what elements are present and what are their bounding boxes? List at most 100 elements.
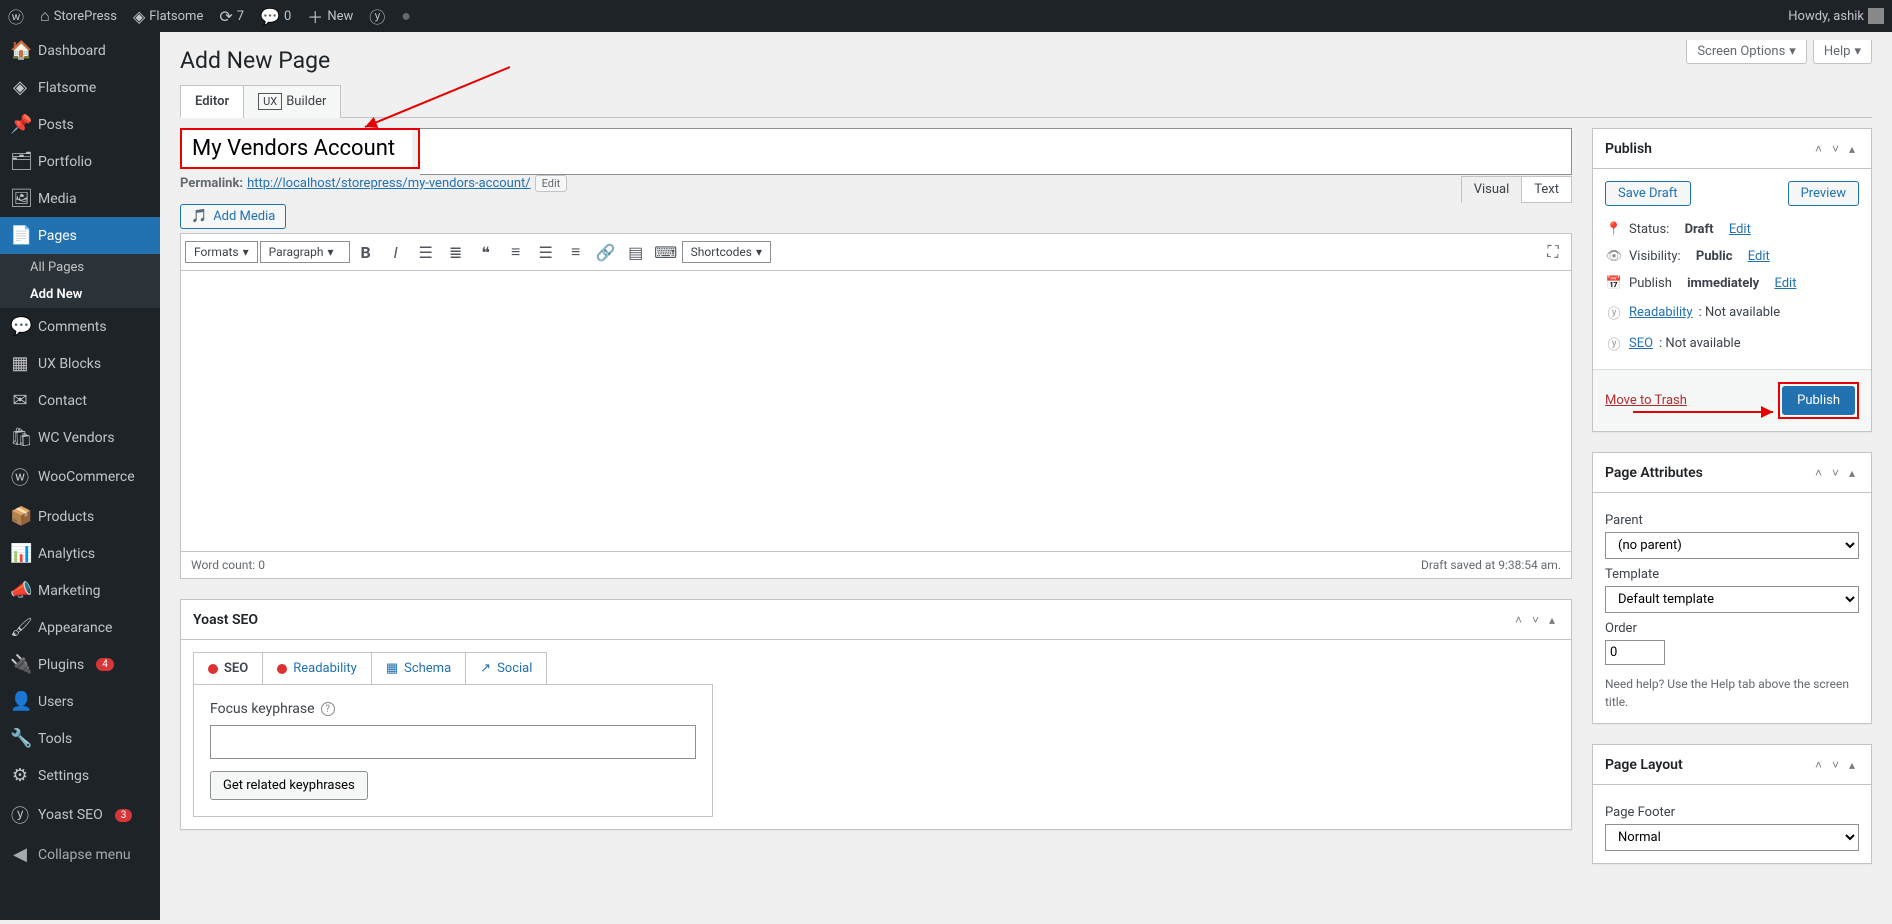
new-link[interactable]: ＋New [307,4,353,28]
page-footer-select[interactable]: Normal [1605,824,1859,851]
yoast-tab-seo[interactable]: SEO [194,653,263,684]
box-toggle-icon[interactable]: ▴ [1845,756,1859,774]
edit-visibility-link[interactable]: Edit [1748,249,1770,264]
box-down-icon[interactable]: ˅ [1528,611,1543,629]
menu-analytics[interactable]: 📊Analytics [0,535,160,572]
box-up-icon[interactable]: ˄ [1811,464,1826,482]
parent-select[interactable]: (no parent) [1605,532,1859,559]
menu-marketing[interactable]: 📣Marketing [0,572,160,609]
box-up-icon[interactable]: ˄ [1511,611,1526,629]
italic-button[interactable]: I [382,238,410,266]
box-toggle-icon[interactable]: ▴ [1845,464,1859,482]
help-button[interactable]: Help ▾ [1813,40,1872,64]
page-title-input[interactable] [182,130,412,167]
template-select[interactable]: Default template [1605,586,1859,613]
wp-logo[interactable]: ⓦ [8,4,24,28]
add-media-button[interactable]: 🎵Add Media [180,204,286,229]
menu-pages-all[interactable]: All Pages [0,254,160,281]
box-up-icon[interactable]: ˄ [1811,756,1826,774]
seo-link[interactable]: SEO [1629,336,1653,351]
preview-button[interactable]: Preview [1788,181,1859,206]
bullet-list-button[interactable]: ☰ [412,238,440,266]
menu-tools[interactable]: 🔧Tools [0,720,160,757]
yoast-tab-social[interactable]: ↗Social [466,653,546,684]
yoast-bar[interactable]: ⓨ [369,4,385,28]
tab-editor[interactable]: Editor [180,85,244,118]
tab-ux-builder[interactable]: UXBuilder [243,85,341,118]
menu-pages[interactable]: 📄Pages [0,217,160,254]
menu-uxblocks[interactable]: ▦UX Blocks [0,345,160,382]
page-title-input-rest[interactable] [420,128,1572,175]
menu-wcvendors[interactable]: 🛍WC Vendors [0,419,160,456]
numbered-list-button[interactable]: ≣ [442,238,470,266]
menu-comments[interactable]: 💬Comments [0,308,160,345]
share-icon: ↗ [480,661,491,676]
updates-link[interactable]: ⟳7 [219,7,244,26]
menu-products[interactable]: 📦Products [0,498,160,535]
seo-dot-icon [208,664,218,674]
menu-dashboard[interactable]: 🏠Dashboard [0,32,160,69]
save-draft-button[interactable]: Save Draft [1605,181,1691,206]
order-label: Order [1605,621,1859,636]
order-input[interactable] [1605,640,1665,665]
toolbar-paragraph[interactable]: Paragraph ▾ [260,241,350,263]
fullscreen-button[interactable]: ⛶ [1539,238,1567,266]
screen-options-button[interactable]: Screen Options ▾ [1686,40,1807,64]
yoast-box-title: Yoast SEO [193,612,258,628]
menu-yoast[interactable]: ⓨYoast SEO3 [0,794,160,836]
menu-media[interactable]: 🖼Media [0,180,160,217]
pin-icon: 📍 [1605,222,1623,237]
toolbar-toggle-button[interactable]: ⌨ [652,238,680,266]
permalink-url[interactable]: http://localhost/storepress/my-vendors-a… [247,176,531,191]
link-button[interactable]: 🔗 [592,238,620,266]
menu-contact[interactable]: ✉Contact [0,382,160,419]
menu-settings[interactable]: ⚙Settings [0,757,160,794]
comments-link[interactable]: 💬0 [260,7,291,26]
editor-visual-tab[interactable]: Visual [1461,176,1523,203]
permalink-edit-button[interactable]: Edit [535,175,568,192]
box-down-icon[interactable]: ˅ [1828,756,1843,774]
menu-flatsome[interactable]: ◈Flatsome [0,69,160,106]
move-to-trash-link[interactable]: Move to Trash [1605,393,1687,408]
menu-posts[interactable]: 📌Posts [0,106,160,143]
yoast-tab-schema[interactable]: ▦Schema [372,653,466,684]
menu-users[interactable]: 👤Users [0,683,160,720]
permalink-label: Permalink: [180,176,243,191]
eye-icon: 👁 [1605,249,1623,264]
help-icon[interactable]: ? [321,702,335,716]
blockquote-button[interactable]: ❝ [472,238,500,266]
parent-label: Parent [1605,513,1859,528]
align-center-button[interactable]: ☰ [532,238,560,266]
box-toggle-icon[interactable]: ▴ [1545,611,1559,629]
edit-publish-date-link[interactable]: Edit [1774,276,1796,291]
menu-portfolio[interactable]: 🗂Portfolio [0,143,160,180]
menu-appearance[interactable]: 🖌Appearance [0,609,160,646]
toolbar-formats[interactable]: Formats ▾ [185,241,258,263]
howdy-user[interactable]: Howdy, ashik [1788,8,1884,24]
yoast-icon: ⓨ [1605,334,1623,353]
menu-plugins[interactable]: 🔌Plugins4 [0,646,160,683]
readability-link[interactable]: Readability [1629,305,1693,320]
align-right-button[interactable]: ≡ [562,238,590,266]
chevron-down-icon: ▾ [1854,44,1861,59]
box-down-icon[interactable]: ˅ [1828,140,1843,158]
focus-keyphrase-input[interactable] [210,725,696,759]
readmore-button[interactable]: ▤ [622,238,650,266]
box-toggle-icon[interactable]: ▴ [1845,140,1859,158]
yoast-tab-readability[interactable]: Readability [263,653,372,684]
editor-content[interactable] [181,271,1571,551]
site-link[interactable]: ⌂StorePress [40,6,117,26]
align-left-button[interactable]: ≡ [502,238,530,266]
menu-collapse[interactable]: ◀Collapse menu [0,836,160,873]
menu-woocommerce[interactable]: ⓦWooCommerce [0,456,160,498]
publish-button[interactable]: Publish [1782,386,1855,415]
theme-link[interactable]: ◈Flatsome [133,7,203,26]
editor-text-tab[interactable]: Text [1521,176,1572,203]
menu-pages-add[interactable]: Add New [0,281,160,308]
edit-status-link[interactable]: Edit [1729,222,1751,237]
get-related-keyphrases-button[interactable]: Get related keyphrases [210,771,368,800]
box-up-icon[interactable]: ˄ [1811,140,1826,158]
toolbar-shortcodes[interactable]: Shortcodes ▾ [682,241,771,263]
bold-button[interactable]: B [352,238,380,266]
box-down-icon[interactable]: ˅ [1828,464,1843,482]
